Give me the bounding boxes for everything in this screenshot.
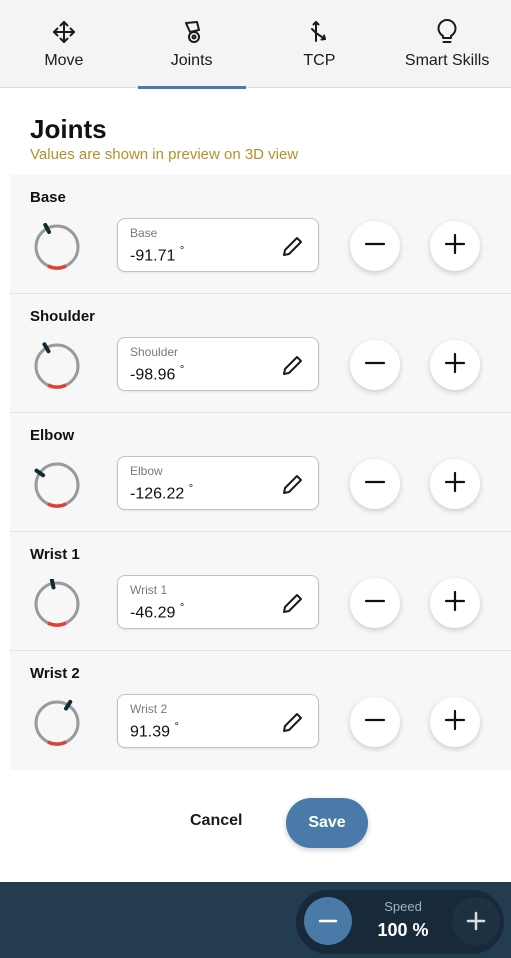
field-unit: ° [179,364,185,376]
edit-pencil-icon[interactable] [280,709,306,735]
field-value: -126.22 [130,485,185,503]
field-value: -46.29 [130,604,176,622]
tab-move[interactable]: Move [0,0,128,88]
joint-name: Wrist 1 [30,546,80,563]
field-value: -91.71 [130,247,176,265]
field-unit: ° [179,602,185,614]
field-label: Wrist 1 [130,583,168,597]
tcp-axes-icon [306,18,332,46]
tab-bar: Move Joints TCP Smart Skills [0,0,511,89]
tab-joints[interactable]: Joints [128,0,256,89]
plus-icon [443,470,467,499]
plus-icon [443,589,467,618]
tab-tcp[interactable]: TCP [256,0,384,88]
tab-smart-skills[interactable]: Smart Skills [383,0,511,88]
increment-button[interactable] [430,221,480,271]
edit-pencil-icon[interactable] [280,471,306,497]
joint-name: Shoulder [30,308,96,325]
page-title: Joints [30,114,107,144]
field-unit: ° [174,721,179,733]
joint-value-field[interactable]: Shoulder -98.96 ° [117,337,319,391]
edit-pencil-icon[interactable] [280,352,306,378]
joint-name: Elbow [30,427,75,444]
joint-value-field[interactable]: Wrist 1 -46.29 ° [117,575,319,629]
joint-name: Base [30,189,66,206]
plus-icon [443,232,467,261]
plus-icon [466,911,486,931]
minus-icon [363,232,387,261]
field-label: Shoulder [130,345,179,359]
increment-button[interactable] [430,340,480,390]
minus-icon [363,470,387,499]
decrement-button[interactable] [350,578,400,628]
field-label: Base [130,226,158,240]
plus-icon [443,351,467,380]
decrement-button[interactable] [350,340,400,390]
active-tab-indicator [137,86,246,89]
joint-row-wrist-2: Wrist 2 Wrist 2 91.39 ° [10,651,511,770]
increment-button[interactable] [430,459,480,509]
joint-value-field[interactable]: Base -91.71 ° [117,218,319,272]
field-label: Elbow [130,464,163,478]
joint-row-wrist-1: Wrist 1 Wrist 1 -46.29 ° [10,532,511,651]
minus-icon [363,351,387,380]
decrement-button[interactable] [350,697,400,747]
tab-tcp-label: TCP [303,52,336,69]
minus-icon [363,708,387,737]
joint-dial-icon [32,341,82,391]
joint-row-shoulder: Shoulder Shoulder -98.96 ° [10,294,511,413]
field-value: 91.39 [130,723,171,741]
speed-label: Speed [384,899,422,914]
lightbulb-icon [434,18,460,46]
joint-dial-icon [32,222,82,272]
tab-move-label: Move [44,52,84,69]
plus-icon [443,708,467,737]
minus-icon [318,919,338,923]
tab-smart-skills-label: Smart Skills [404,52,490,69]
joint-list: Base Base -91.71 ° Shoulder Shoulder -98… [10,175,511,770]
field-unit: ° [179,245,185,257]
joint-value-field[interactable]: Wrist 2 91.39 ° [117,694,319,748]
joint-value-field[interactable]: Elbow -126.22 ° [117,456,319,510]
page-subtitle: Values are shown in preview on 3D view [30,146,299,163]
speed-value: 100 % [377,920,429,940]
field-label: Wrist 2 [130,702,168,716]
joint-dial-icon [32,460,82,510]
speed-increase-button[interactable] [452,897,500,945]
joint-row-base: Base Base -91.71 ° [10,175,511,294]
joint-dial-icon [32,698,82,748]
tab-joints-label: Joints [170,52,213,69]
joint-name: Wrist 2 [30,665,80,682]
speed-decrease-button[interactable] [304,897,352,945]
joint-row-elbow: Elbow Elbow -126.22 ° [10,413,511,532]
save-button[interactable]: Save [286,798,368,848]
edit-pencil-icon[interactable] [280,590,306,616]
cancel-button[interactable]: Cancel [190,812,242,830]
move-arrows-icon [51,18,77,46]
increment-button[interactable] [430,697,480,747]
edit-pencil-icon[interactable] [280,233,306,259]
joint-dial-icon [32,577,82,629]
increment-button[interactable] [430,578,480,628]
decrement-button[interactable] [350,459,400,509]
minus-icon [363,589,387,618]
field-value: -98.96 [130,366,176,384]
joints-icon [179,18,205,46]
field-unit: ° [188,483,194,495]
decrement-button[interactable] [350,221,400,271]
